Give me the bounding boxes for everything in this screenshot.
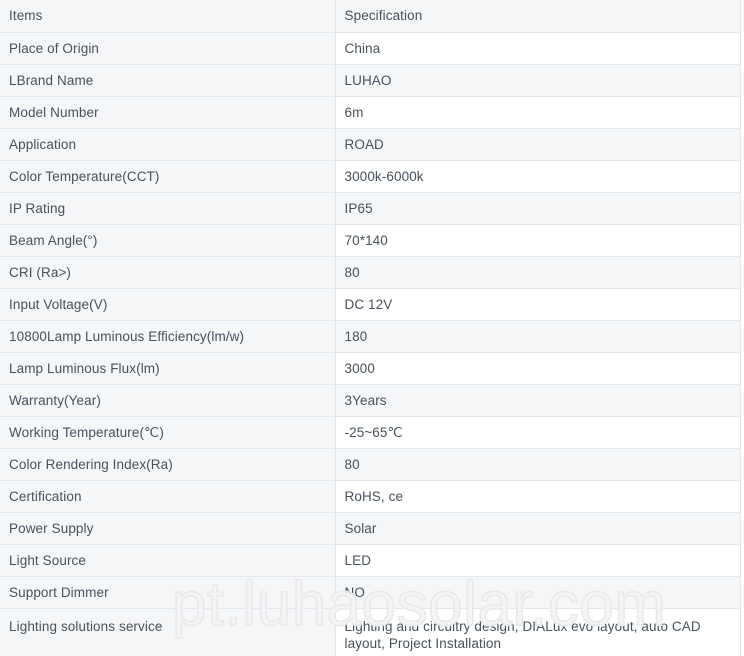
row-value: DC 12V [335, 288, 741, 321]
row-label: IP Rating [0, 192, 336, 225]
row-label: Color Temperature(CCT) [0, 160, 336, 193]
table-row: Lighting solutions service Lighting and c… [0, 608, 741, 656]
row-value: 3Years [335, 384, 741, 417]
table-header-row: Items Specification [0, 0, 741, 33]
row-label: CRI (Ra>) [0, 256, 336, 289]
column-header-specification: Specification [335, 0, 741, 33]
table-row: LBrand Name LUHAO [0, 64, 741, 97]
table-row: 10800Lamp Luminous Efficiency(lm/w) 180 [0, 320, 741, 353]
row-label: LBrand Name [0, 64, 336, 97]
row-value: LED [335, 544, 741, 577]
specification-table: Items Specification Place of Origin China LB… [0, 0, 741, 656]
table-row: Power Supply Solar [0, 512, 741, 545]
row-label: Light Source [0, 544, 336, 577]
row-value: Solar [335, 512, 741, 545]
row-label: Application [0, 128, 336, 161]
row-value: IP65 [335, 192, 741, 225]
table-row: Light Source LED [0, 544, 741, 577]
table-row: Warranty(Year) 3Years [0, 384, 741, 417]
row-label: Lighting solutions service [0, 608, 336, 656]
row-label: Power Supply [0, 512, 336, 545]
row-value: RoHS, ce [335, 480, 741, 513]
table-row: Model Number 6m [0, 96, 741, 129]
specification-table-body: Items Specification Place of Origin China LB… [0, 0, 741, 656]
table-row: Color Temperature(CCT) 3000k-6000k [0, 160, 741, 193]
table-row: CRI (Ra>) 80 [0, 256, 741, 289]
table-row: Beam Angle(°) 70*140 [0, 224, 741, 257]
row-value: 80 [335, 256, 741, 289]
row-label: Lamp Luminous Flux(lm) [0, 352, 336, 385]
row-value: 180 [335, 320, 741, 353]
row-label: Support Dimmer [0, 576, 336, 609]
column-header-items: Items [0, 0, 336, 33]
row-value: China [335, 32, 741, 65]
row-value: 6m [335, 96, 741, 129]
row-label: Beam Angle(°) [0, 224, 336, 257]
row-value: ROAD [335, 128, 741, 161]
row-value: NO [335, 576, 741, 609]
row-label: Place of Origin [0, 32, 336, 65]
table-row: IP Rating IP65 [0, 192, 741, 225]
row-label: Working Temperature(℃) [0, 416, 336, 449]
table-row: Working Temperature(℃) -25~65℃ [0, 416, 741, 449]
row-value: 80 [335, 448, 741, 481]
row-label: Model Number [0, 96, 336, 129]
row-value: 3000k-6000k [335, 160, 741, 193]
table-row: Color Rendering Index(Ra) 80 [0, 448, 741, 481]
row-value: Lighting and circuitry design, DIALux ev… [335, 608, 741, 656]
table-row: Lamp Luminous Flux(lm) 3000 [0, 352, 741, 385]
table-row: Certification RoHS, ce [0, 480, 741, 513]
row-label: Color Rendering Index(Ra) [0, 448, 336, 481]
row-label: 10800Lamp Luminous Efficiency(lm/w) [0, 320, 336, 353]
row-label: Certification [0, 480, 336, 513]
row-value: 70*140 [335, 224, 741, 257]
specification-table-container: Items Specification Place of Origin China LB… [0, 0, 744, 656]
table-row: Place of Origin China [0, 32, 741, 65]
row-value: LUHAO [335, 64, 741, 97]
table-row: Application ROAD [0, 128, 741, 161]
row-label: Input Voltage(V) [0, 288, 336, 321]
row-value: 3000 [335, 352, 741, 385]
table-row: Support Dimmer NO [0, 576, 741, 609]
row-value: -25~65℃ [335, 416, 741, 449]
table-row: Input Voltage(V) DC 12V [0, 288, 741, 321]
row-label: Warranty(Year) [0, 384, 336, 417]
